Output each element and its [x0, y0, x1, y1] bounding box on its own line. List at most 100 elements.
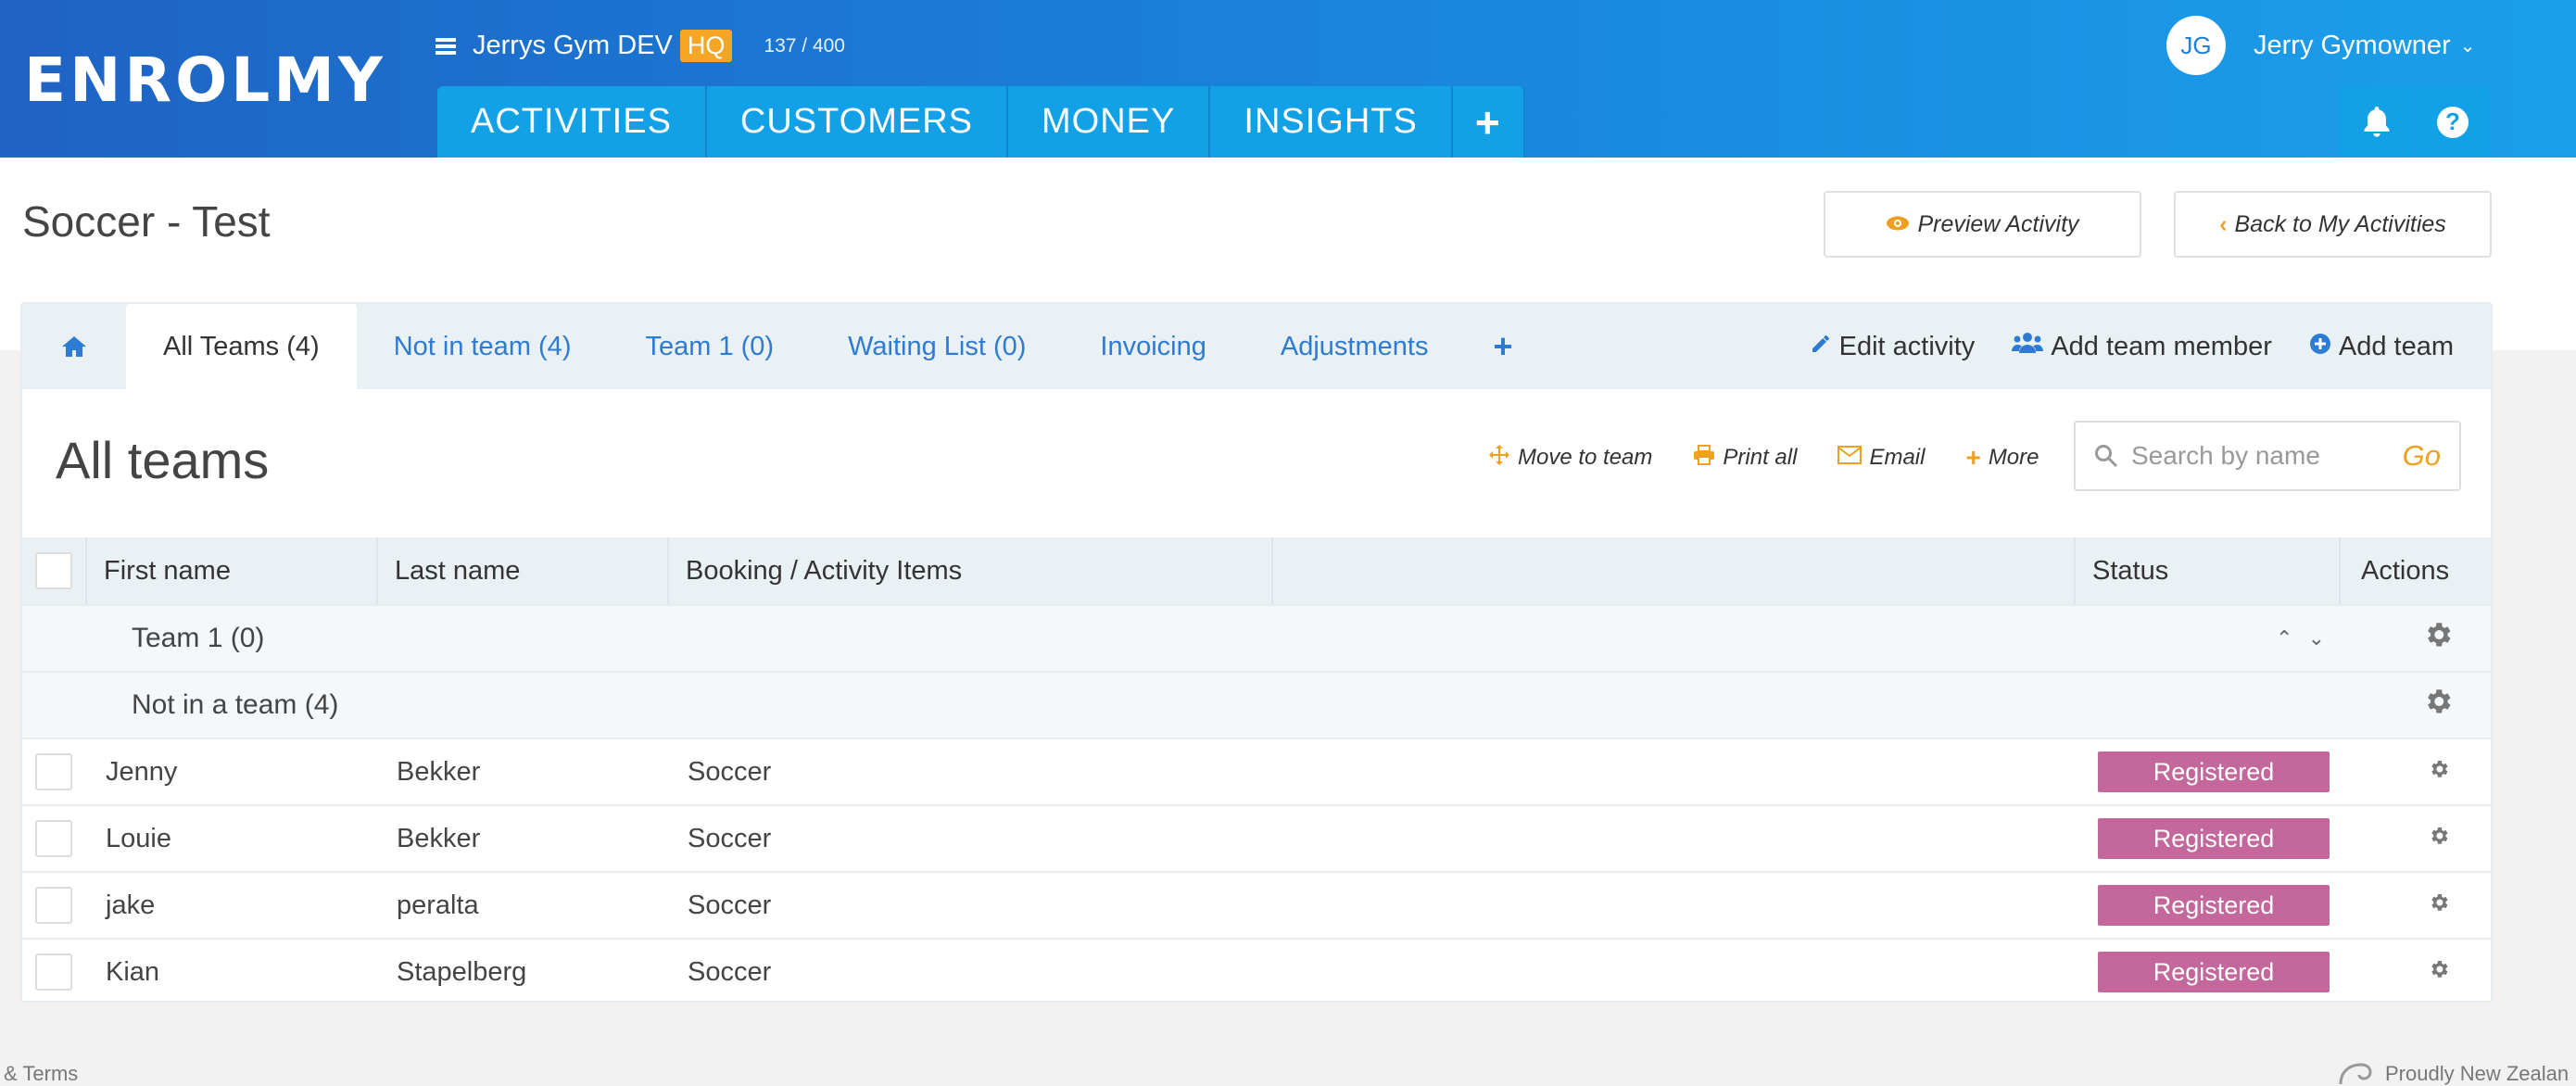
- first-name: Jenny: [106, 756, 178, 787]
- select-all-cell: [22, 537, 87, 604]
- table-row[interactable]: Jenny Bekker Soccer Registered: [22, 738, 2491, 804]
- tab-all-teams[interactable]: All Teams (4): [126, 304, 357, 389]
- bulk-tools: Move to team Print all Email + More: [1488, 443, 2080, 473]
- add-tab-icon[interactable]: +: [1465, 304, 1540, 389]
- move-to-team-label: Move to team: [1518, 445, 1653, 470]
- sort-arrows: ⌃ ⌄: [2276, 626, 2325, 650]
- eye-icon: [1886, 211, 1910, 238]
- row-checkbox[interactable]: [35, 820, 72, 857]
- users-icon: [2012, 331, 2044, 362]
- help-button[interactable]: ?: [2416, 86, 2490, 158]
- status-badge: Registered: [2098, 751, 2330, 792]
- footer-tagline-text: Proudly New Zealan: [2385, 1062, 2570, 1085]
- add-team-member-label: Add team member: [2051, 331, 2272, 361]
- row-checkbox[interactable]: [35, 953, 72, 991]
- first-name: Kian: [106, 956, 160, 987]
- tab-waiting-list[interactable]: Waiting List (0): [811, 304, 1063, 389]
- fern-icon: [2339, 1063, 2372, 1085]
- hq-badge: HQ: [679, 30, 733, 62]
- tab-invoicing[interactable]: Invoicing: [1063, 304, 1243, 389]
- tab-not-in-team[interactable]: Not in team (4): [357, 304, 609, 389]
- nav-plus-icon[interactable]: +: [1452, 86, 1525, 158]
- section-title: All teams: [56, 431, 270, 489]
- gear-icon[interactable]: [2428, 957, 2450, 988]
- group-label: Team 1 (0): [132, 623, 265, 653]
- chevron-left-icon: ‹: [2219, 210, 2228, 237]
- chevron-up-icon[interactable]: ⌃: [2276, 626, 2292, 650]
- table-row[interactable]: jake peralta Soccer Registered: [22, 871, 2491, 938]
- envelope-icon: [1837, 445, 1863, 471]
- tab-bar: All Teams (4) Not in team (4) Team 1 (0)…: [22, 304, 2491, 389]
- last-name: Bekker: [397, 823, 481, 853]
- booking-item: Soccer: [688, 956, 772, 987]
- booking-item: Soccer: [688, 756, 772, 787]
- booking-item: Soccer: [688, 890, 772, 920]
- nav-insights[interactable]: INSIGHTS: [1210, 86, 1453, 158]
- gear-icon[interactable]: [2428, 757, 2450, 788]
- email-button[interactable]: Email: [1837, 445, 1925, 471]
- group-label: Not in a team (4): [132, 689, 339, 720]
- move-to-team-button[interactable]: Move to team: [1488, 444, 1652, 473]
- table-header: First name Last name Booking / Activity …: [22, 537, 2491, 604]
- add-team-member-button[interactable]: Add team member: [2012, 331, 2272, 362]
- col-booking[interactable]: Booking / Activity Items: [669, 537, 1273, 604]
- booking-item: Soccer: [688, 823, 772, 853]
- gear-icon[interactable]: [2422, 686, 2454, 725]
- page-title: Soccer - Test: [22, 197, 271, 246]
- more-label: More: [1988, 445, 2039, 470]
- nav-money[interactable]: MONEY: [1008, 86, 1211, 158]
- status-badge: Registered: [2098, 952, 2330, 992]
- gear-icon[interactable]: [2428, 824, 2450, 854]
- last-name: peralta: [397, 890, 479, 920]
- row-checkbox[interactable]: [35, 753, 72, 790]
- top-header: ENROLMY Jerrys Gym DEV HQ 137 / 400 ACTI…: [0, 0, 2576, 158]
- tab-home[interactable]: [22, 304, 126, 389]
- col-last-name[interactable]: Last name: [378, 537, 669, 604]
- add-team-label: Add team: [2338, 331, 2454, 361]
- back-to-activities-button[interactable]: ‹ Back to My Activities: [2174, 191, 2492, 258]
- more-button[interactable]: + More: [1965, 443, 2039, 473]
- edit-activity-button[interactable]: Edit activity: [1810, 332, 1975, 362]
- nav-activities[interactable]: ACTIVITIES: [437, 86, 707, 158]
- chevron-down-icon[interactable]: ⌄: [2308, 626, 2325, 650]
- user-menu[interactable]: JG Jerry Gymowner ⌄: [2166, 16, 2475, 75]
- table-row[interactable]: Louie Bekker Soccer Registered: [22, 804, 2491, 871]
- col-blank: [1273, 537, 2076, 604]
- search-input[interactable]: [2131, 441, 2400, 471]
- pencil-icon: [1810, 332, 1832, 362]
- col-status[interactable]: Status: [2076, 537, 2341, 604]
- add-team-button[interactable]: Add team: [2309, 332, 2454, 362]
- last-name: Bekker: [397, 756, 481, 787]
- org-switcher[interactable]: Jerrys Gym DEV HQ 137 / 400: [436, 30, 845, 62]
- status-badge: Registered: [2098, 818, 2330, 859]
- enrolmy-logo[interactable]: ENROLMY: [24, 44, 386, 116]
- preview-activity-label: Preview Activity: [1917, 210, 2079, 237]
- select-all-checkbox[interactable]: [35, 552, 72, 589]
- first-name: Louie: [106, 823, 171, 853]
- col-first-name[interactable]: First name: [87, 537, 378, 604]
- search-icon: [2095, 445, 2118, 468]
- move-icon: [1488, 444, 1510, 473]
- col-actions: Actions: [2361, 555, 2450, 586]
- print-icon: [1693, 444, 1715, 472]
- help-icon: ?: [2437, 106, 2469, 138]
- gear-icon[interactable]: [2428, 890, 2450, 921]
- plus-circle-icon: [2309, 332, 2331, 362]
- tab-adjustments[interactable]: Adjustments: [1244, 304, 1466, 389]
- avatar: JG: [2166, 16, 2226, 75]
- preview-activity-button[interactable]: Preview Activity: [1824, 191, 2141, 258]
- table-row[interactable]: Kian Stapelberg Soccer Registered: [22, 938, 2491, 1004]
- search-go-button[interactable]: Go: [2403, 439, 2441, 473]
- nav-customers[interactable]: CUSTOMERS: [706, 86, 1009, 158]
- member-count: 137 / 400: [764, 34, 845, 57]
- notifications-button[interactable]: [2340, 86, 2414, 158]
- team-group-row: Team 1 (0) ⌃ ⌄: [22, 604, 2491, 671]
- tab-team-1[interactable]: Team 1 (0): [608, 304, 811, 389]
- last-name: Stapelberg: [397, 956, 527, 987]
- row-checkbox[interactable]: [35, 887, 72, 924]
- footer-terms-link[interactable]: & Terms: [4, 1062, 78, 1086]
- menu-icon[interactable]: [436, 37, 456, 55]
- print-all-label: Print all: [1723, 445, 1798, 470]
- print-all-button[interactable]: Print all: [1693, 444, 1798, 472]
- gear-icon[interactable]: [2422, 619, 2454, 658]
